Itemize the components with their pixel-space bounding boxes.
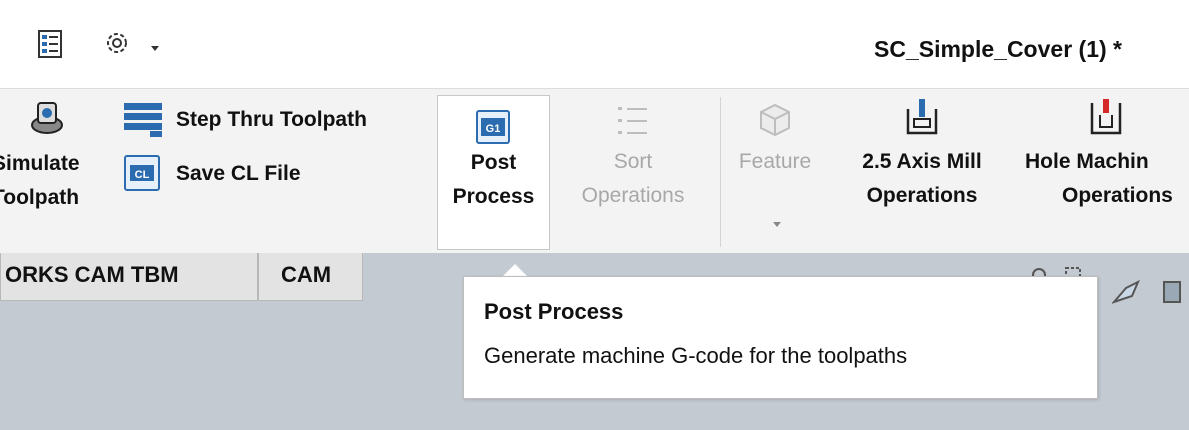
post-process-icon: G1 xyxy=(476,110,510,149)
sort-operations-icon xyxy=(618,105,648,142)
axis-mill-icon xyxy=(906,99,938,140)
section-view-icon[interactable] xyxy=(1110,278,1142,311)
simulate-toolpath-label-2: Toolpath xyxy=(0,186,80,209)
feature-dropdown-caret-icon[interactable] xyxy=(773,222,781,227)
title-bar: SC_Simple_Cover (1) * xyxy=(0,0,1189,88)
save-cl-file-label: Save CL File xyxy=(176,162,301,185)
post-process-label-2: Process xyxy=(452,185,535,208)
dropdown-caret-icon[interactable] xyxy=(150,40,160,58)
sort-operations-label-1: Sort xyxy=(613,150,653,173)
save-cl-file-icon: CL xyxy=(124,155,160,196)
sort-operations-label-2: Operations xyxy=(581,184,685,207)
svg-text:G1: G1 xyxy=(486,123,501,135)
simulate-toolpath-icon xyxy=(28,97,66,142)
ribbon-separator xyxy=(720,97,721,247)
hole-machining-label-2: Operations xyxy=(1062,184,1173,207)
tooltip-description: Generate machine G-code for the toolpath… xyxy=(484,343,908,368)
document-title: SC_Simple_Cover (1) * xyxy=(874,36,1122,62)
axis-mill-label-1: 2.5 Axis Mill xyxy=(862,150,982,173)
tab-solidworks-cam-tbm[interactable]: ORKS CAM TBM xyxy=(0,253,258,301)
axis-mill-label-2: Operations xyxy=(866,184,978,207)
post-process-label-1: Post xyxy=(470,151,517,174)
tooltip-title: Post Process xyxy=(484,299,624,324)
hole-machining-label-1: Hole Machin xyxy=(1025,150,1149,173)
step-thru-toolpath-label: Step Thru Toolpath xyxy=(176,108,367,131)
simulate-toolpath-label-1: Simulate xyxy=(0,152,80,175)
ribbon-toolbar: Simulate Toolpath Step Thru Toolpath CL … xyxy=(0,88,1189,254)
properties-icon[interactable] xyxy=(38,30,62,63)
svg-text:CL: CL xyxy=(135,169,150,181)
step-thru-toolpath-icon xyxy=(124,103,162,142)
post-process-tooltip: Post Process Generate machine G-code for… xyxy=(463,276,1098,399)
post-process-button[interactable]: G1 Post Process xyxy=(437,95,550,250)
tab-cam[interactable]: CAM xyxy=(258,253,363,301)
gear-icon[interactable] xyxy=(104,30,130,61)
hole-machining-icon xyxy=(1090,99,1122,140)
display-style-icon[interactable] xyxy=(1160,278,1189,311)
feature-icon xyxy=(759,103,791,142)
feature-label: Feature xyxy=(738,150,812,173)
